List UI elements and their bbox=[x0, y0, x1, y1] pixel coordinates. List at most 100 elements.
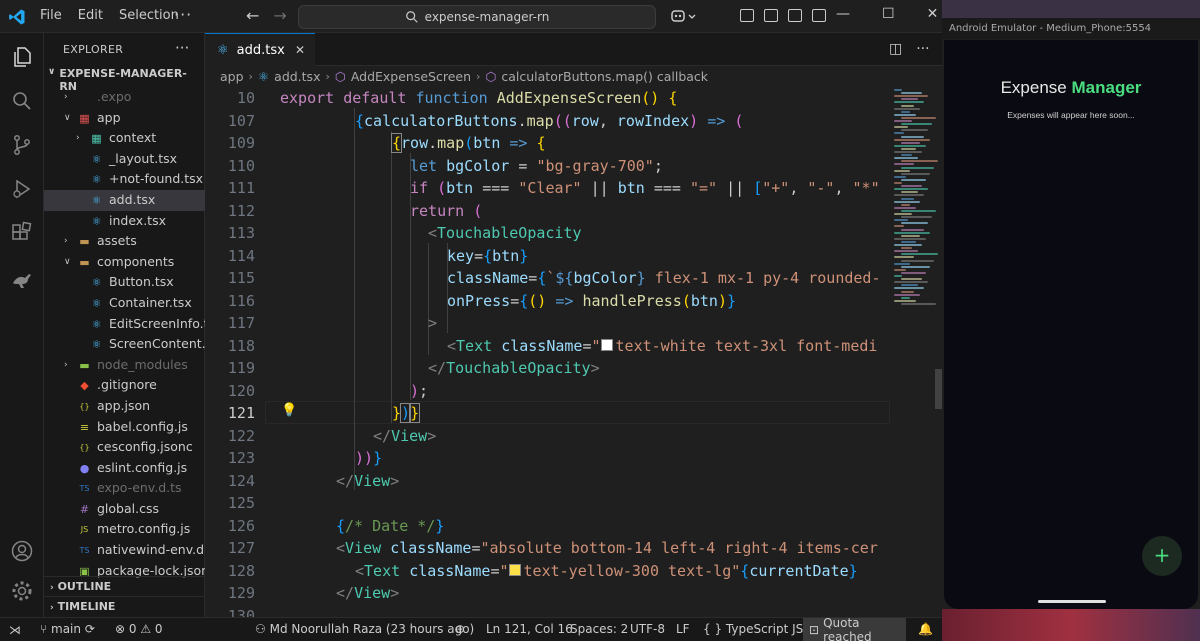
explorer-item[interactable]: ⚛ _layout.tsx bbox=[44, 149, 205, 170]
split-editor-icon[interactable]: ◫ bbox=[889, 41, 902, 57]
explorer-item[interactable]: ◆ .gitignore bbox=[44, 375, 205, 396]
editor-more-icon[interactable]: ··· bbox=[916, 41, 929, 57]
explorer-item[interactable]: ● eslint.config.js bbox=[44, 458, 205, 479]
toggle-primary-sidebar-icon[interactable] bbox=[740, 9, 754, 22]
forward-arrow-icon[interactable]: → bbox=[273, 6, 286, 25]
run-debug-icon[interactable] bbox=[10, 177, 34, 201]
remote-indicator-icon[interactable]: ⋊ bbox=[0, 618, 30, 641]
command-center-search[interactable]: expense-manager-rn bbox=[298, 5, 656, 29]
timeline-section[interactable]: › TIMELINE bbox=[44, 596, 205, 616]
close-window-icon[interactable]: ✕ bbox=[927, 6, 939, 22]
explorer-item-label: components bbox=[97, 253, 175, 269]
indentation-status[interactable]: Spaces: 2 bbox=[570, 622, 628, 636]
minimap-line bbox=[894, 169, 910, 172]
source-control-icon[interactable] bbox=[10, 133, 34, 157]
kangaroo-extension-icon[interactable] bbox=[10, 267, 34, 291]
explorer-item-label: nativewind-env.d.ts bbox=[97, 542, 220, 558]
add-expense-button[interactable]: + bbox=[1142, 536, 1182, 576]
explorer-item-label: expo-env.d.ts bbox=[97, 480, 182, 496]
explorer-item-label: index.tsx bbox=[109, 212, 166, 228]
explorer-item[interactable]: › ▬ assets bbox=[44, 231, 205, 252]
menu-selection[interactable]: Selection bbox=[119, 8, 179, 23]
explorer-item[interactable]: › ▦ context bbox=[44, 128, 205, 149]
minimap-line bbox=[901, 253, 938, 256]
minimize-icon[interactable]: — bbox=[836, 6, 850, 22]
language-mode[interactable]: { } TypeScript JSX bbox=[703, 622, 811, 636]
encoding-status[interactable]: UTF-8 bbox=[630, 622, 665, 636]
indent-guide bbox=[428, 243, 429, 355]
minimap-line bbox=[894, 225, 904, 228]
breadcrumb-app[interactable]: app bbox=[220, 69, 244, 84]
explorer-item[interactable]: TS expo-env.d.ts bbox=[44, 478, 205, 499]
toggle-secondary-sidebar-icon[interactable] bbox=[788, 9, 802, 22]
copilot-quota-status[interactable]: ⊡ Quota reached bbox=[803, 615, 906, 641]
explorer-item-label: metro.config.js bbox=[97, 521, 191, 537]
explorer-item[interactable]: ∨ ▬ components bbox=[44, 252, 205, 273]
back-arrow-icon[interactable]: ← bbox=[246, 6, 259, 25]
explorer-item[interactable]: ⚛ index.tsx bbox=[44, 211, 205, 232]
explorer-item[interactable]: JS metro.config.js bbox=[44, 519, 205, 540]
editor-scrollbar[interactable] bbox=[935, 369, 942, 409]
breadcrumb-symbol[interactable]: AddExpenseScreen bbox=[351, 69, 471, 84]
close-tab-icon[interactable]: ✕ bbox=[295, 43, 305, 57]
more-menu-icon[interactable]: ··· bbox=[174, 5, 192, 24]
copilot-icon[interactable] bbox=[670, 8, 698, 26]
search-view-icon[interactable] bbox=[10, 89, 34, 113]
git-blame-status[interactable]: ⚇ Md Noorullah Raza (23 hours ago) bbox=[255, 622, 474, 636]
file-type-icon: TS bbox=[79, 546, 90, 556]
emulator-screen[interactable]: Expense Manager Expenses will appear her… bbox=[944, 40, 1198, 609]
eol-status[interactable]: LF bbox=[676, 622, 690, 636]
explorer-item[interactable]: ⚛ ScreenContent.tsx bbox=[44, 334, 225, 355]
line-number: 117 bbox=[227, 314, 255, 332]
cursor-position[interactable]: Ln 121, Col 16 bbox=[486, 622, 573, 636]
problems-status[interactable]: ⊗ 0 ⚠ 0 bbox=[115, 622, 163, 636]
code-line-117: > bbox=[428, 314, 438, 332]
explorer-item[interactable]: {} cesconfig.jsonc bbox=[44, 437, 205, 458]
file-type-icon: ⚛ bbox=[91, 173, 102, 187]
explorer-item[interactable]: {} app.json bbox=[44, 396, 205, 417]
toggle-panel-icon[interactable] bbox=[764, 9, 778, 22]
explorer-item[interactable]: ⚛ EditScreenInfo.tsx bbox=[44, 314, 223, 335]
line-number: 111 bbox=[227, 179, 255, 197]
explorer-item[interactable]: ⚛ +not-found.tsx bbox=[44, 169, 205, 190]
explorer-more-icon[interactable]: ··· bbox=[175, 39, 189, 57]
explorer-item[interactable]: › .expo bbox=[44, 87, 205, 108]
code-editor[interactable]: 10 107 109 110 111 112 113 114 115 116 117 118 119 12… bbox=[205, 86, 942, 617]
explorer-item[interactable]: TS nativewind-env.d.ts bbox=[44, 540, 220, 561]
minimap-line bbox=[894, 293, 920, 296]
tab-add-tsx[interactable]: ⚛ add.tsx ✕ bbox=[205, 33, 315, 66]
menu-file[interactable]: File bbox=[40, 8, 62, 23]
minimap-line bbox=[901, 98, 918, 101]
minimap-line bbox=[901, 290, 914, 293]
explorer-item[interactable]: # global.css bbox=[44, 499, 205, 520]
code-line-109: {row.map(btn => { bbox=[390, 133, 546, 153]
code-line-119: </TouchableOpacity> bbox=[428, 359, 600, 377]
customize-layout-icon[interactable] bbox=[812, 9, 826, 22]
sync-icon: ⟳ bbox=[84, 622, 95, 636]
notifications-bell-icon[interactable]: 🔔 bbox=[918, 622, 933, 636]
explorer-item[interactable]: ⚛ add.tsx bbox=[44, 189, 205, 211]
settings-gear-icon[interactable] bbox=[10, 579, 34, 603]
minimap[interactable] bbox=[890, 86, 942, 617]
extensions-icon[interactable] bbox=[10, 221, 34, 245]
explorer-item[interactable]: ∨ ▦ app bbox=[44, 108, 205, 129]
account-icon[interactable] bbox=[10, 539, 34, 563]
explorer-item[interactable]: ⚛ Button.tsx bbox=[44, 272, 205, 293]
zoom-icon[interactable]: ⊕ bbox=[455, 622, 465, 636]
outline-section[interactable]: › OUTLINE bbox=[44, 576, 205, 596]
explorer-item[interactable]: › ▬ node_modules bbox=[44, 355, 205, 376]
menu-edit[interactable]: Edit bbox=[78, 8, 103, 23]
explorer-item[interactable]: ≡ babel.config.js bbox=[44, 417, 205, 438]
breadcrumb-file[interactable]: add.tsx bbox=[274, 69, 320, 84]
branch-status[interactable]: ⑂ main ⟳ bbox=[40, 622, 95, 636]
file-type-icon: {} bbox=[79, 443, 90, 453]
explorer-icon[interactable] bbox=[10, 45, 34, 69]
quota-label: Quota reached bbox=[823, 615, 872, 641]
code-lines[interactable]: export default function AddExpenseScreen… bbox=[280, 86, 890, 617]
minimap-line bbox=[901, 203, 910, 206]
breadcrumb-callback[interactable]: calculatorButtons.map() callback bbox=[501, 69, 708, 84]
explorer-item[interactable]: ⚛ Container.tsx bbox=[44, 293, 205, 314]
home-gesture-bar[interactable] bbox=[1038, 600, 1106, 603]
maximize-icon[interactable]: ☐ bbox=[882, 6, 895, 22]
file-type-icon: ● bbox=[79, 461, 90, 475]
